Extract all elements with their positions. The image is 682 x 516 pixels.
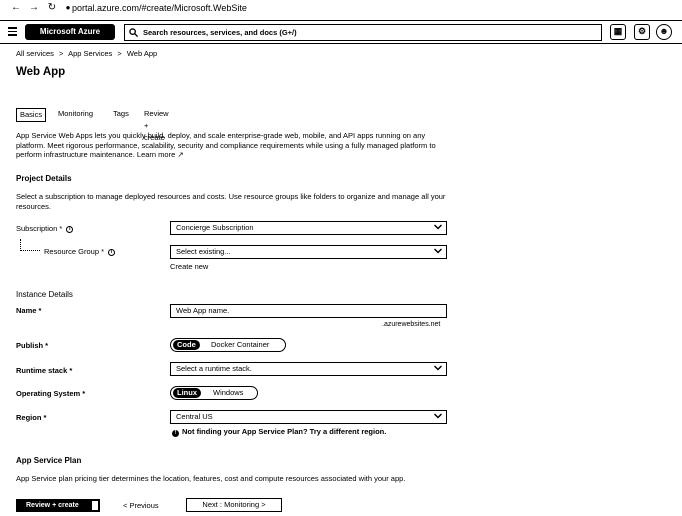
chevron-down-icon — [434, 413, 442, 419]
info-icon[interactable]: i — [108, 248, 116, 256]
name-label: Name * — [16, 306, 42, 315]
breadcrumb-app-services[interactable]: App Services — [68, 49, 112, 58]
os-option-linux[interactable]: Linux — [173, 388, 201, 398]
publish-label: Publish * — [16, 341, 49, 350]
breadcrumb-all-services[interactable]: All services — [16, 49, 54, 58]
create-new-link[interactable]: Create new — [170, 262, 208, 271]
resource-group-dropdown[interactable]: Select existing... — [170, 245, 447, 259]
runtime-stack-dropdown[interactable]: Select a runtime stack. — [170, 362, 447, 376]
learn-more-label: Learn more — [136, 150, 176, 159]
page-title: Web App — [16, 66, 66, 78]
breadcrumb-separator: > — [117, 49, 122, 58]
chevron-down-icon — [434, 248, 442, 254]
tab-basics[interactable]: Basics — [16, 108, 47, 122]
subscription-dropdown[interactable]: Concierge Subscription — [170, 221, 447, 235]
os-option-windows[interactable]: Windows — [209, 388, 247, 398]
region-note-text: Not finding your App Service Plan? Try a… — [182, 427, 387, 436]
resource-group-label: Resource Group * i — [44, 247, 116, 256]
region-value: Central US — [176, 412, 213, 421]
forward-arrow-icon[interactable]: → — [28, 2, 40, 14]
account-icon[interactable]: ☻ — [656, 24, 672, 40]
review-create-button[interactable]: Review + create — [16, 499, 100, 512]
publish-option-code[interactable]: Code — [173, 340, 200, 350]
breadcrumb: All services > App Services > Web App — [16, 49, 160, 58]
resource-group-value: Select existing... — [176, 247, 231, 256]
reload-icon[interactable]: ↻ — [46, 2, 58, 14]
azure-logo[interactable]: Microsoft Azure — [26, 25, 114, 39]
app-service-plan-description: App Service plan pricing tier determines… — [16, 474, 406, 483]
region-dropdown[interactable]: Central US — [170, 410, 447, 424]
directory-filter-icon[interactable]: ⚙ — [634, 24, 650, 40]
breadcrumb-separator: > — [59, 49, 64, 58]
subscription-value: Concierge Subscription — [176, 223, 254, 232]
info-filled-icon: ! — [172, 430, 179, 437]
tab-tags[interactable]: Tags — [113, 108, 129, 120]
app-service-plan-heading: App Service Plan — [16, 456, 82, 465]
web-app-name-input[interactable]: Web App name. — [170, 304, 447, 318]
operating-system-label: Operating System * — [16, 389, 86, 398]
project-details-heading: Project Details — [16, 174, 72, 183]
tree-connector — [20, 239, 40, 251]
previous-button[interactable]: < Previous — [123, 499, 159, 512]
address-bar[interactable]: portal.azure.com/#create/Microsoft.WebSi… — [72, 2, 247, 14]
intro-description: App Service Web Apps lets you quickly bu… — [16, 131, 436, 159]
publish-toggle: Code Docker Container — [170, 338, 286, 352]
chevron-down-icon — [434, 224, 442, 230]
publish-option-docker[interactable]: Docker Container — [207, 340, 273, 350]
name-placeholder: Web App name. — [176, 306, 230, 315]
portal-header: Microsoft Azure Search resources, servic… — [0, 20, 682, 44]
intro-text: App Service Web Apps lets you quickly bu… — [16, 131, 456, 160]
subscription-label-text: Subscription * — [16, 224, 63, 233]
os-toggle: Linux Windows — [170, 386, 258, 400]
search-icon — [129, 28, 138, 37]
global-search-input[interactable]: Search resources, services, and docs (G+… — [124, 24, 602, 41]
region-note: ! Not finding your App Service Plan? Try … — [172, 427, 386, 437]
next-monitoring-button[interactable]: Next : Monitoring > — [186, 498, 282, 512]
button-edge-marker — [92, 501, 98, 510]
external-link-icon: ↗ — [177, 150, 184, 159]
search-placeholder: Search resources, services, and docs (G+… — [143, 28, 297, 37]
menu-icon[interactable] — [8, 27, 17, 36]
browser-toolbar: ← → ↻ ● portal.azure.com/#create/Microso… — [0, 0, 682, 16]
back-arrow-icon[interactable]: ← — [10, 2, 22, 14]
cloud-shell-icon[interactable]: ▦ — [610, 24, 626, 40]
resource-group-label-text: Resource Group * — [44, 247, 105, 256]
review-create-label: Review + create — [26, 502, 79, 509]
runtime-stack-label: Runtime stack * — [16, 366, 73, 375]
domain-suffix: .azurewebsites.net — [382, 321, 441, 328]
chevron-down-icon — [434, 365, 442, 371]
breadcrumb-web-app[interactable]: Web App — [127, 49, 157, 58]
learn-more-link[interactable]: Learn more ↗ — [137, 150, 184, 159]
region-label: Region * — [16, 413, 47, 422]
tab-monitoring[interactable]: Monitoring — [58, 108, 93, 120]
info-icon[interactable]: i — [66, 225, 74, 233]
instance-details-heading: Instance Details — [16, 290, 73, 299]
subscription-label: Subscription * i — [16, 224, 74, 233]
runtime-stack-value: Select a runtime stack. — [176, 364, 252, 373]
project-details-description: Select a subscription to manage deployed… — [16, 192, 446, 211]
